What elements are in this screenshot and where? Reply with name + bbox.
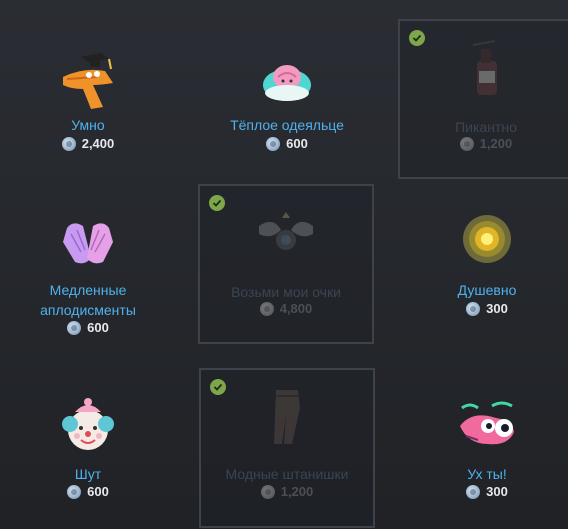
reward-name: Тёплое одеяльце: [230, 117, 344, 133]
reward-price: 600: [0, 484, 176, 499]
reward-item-pikantno[interactable]: Пикантно 1,200: [398, 19, 568, 179]
reward-item-dushevno[interactable]: Душевно 300: [399, 184, 568, 344]
reward-grid: Умно 2,400 Тёплое одеяльце 600 Пикантно …: [0, 0, 568, 529]
reward-price: 1,200: [201, 484, 373, 499]
reward-price: 4,800: [200, 301, 372, 316]
clapping-hands-icon: [63, 223, 113, 264]
reward-item-vozmi-moi-ochki[interactable]: Возьми мои очки 4,800: [198, 184, 374, 344]
points-coin-icon: [459, 136, 474, 151]
blanket-brain-icon: [263, 65, 311, 101]
points-coin-icon: [67, 484, 82, 499]
winged-badge-icon: [259, 212, 313, 250]
reward-price: 600: [0, 320, 176, 335]
owned-check-icon: [409, 30, 425, 46]
reward-price: 300: [399, 484, 568, 499]
reward-name: Умно: [71, 117, 105, 133]
reward-item-modnye-shtanishki[interactable]: Модные штанишки 1,200: [199, 368, 375, 528]
reward-name: Модные штанишки: [225, 466, 349, 482]
reward-price: 2,400: [0, 136, 176, 151]
owned-check-icon: [210, 379, 226, 395]
reward-name: Душевно: [457, 282, 517, 298]
reward-name: Возьми мои очки: [231, 284, 341, 300]
fancy-pants-icon: [274, 390, 300, 444]
reward-name: Шут: [74, 466, 102, 482]
reward-price: 300: [399, 301, 568, 316]
owned-check-icon: [209, 195, 225, 211]
hot-sauce-icon: [472, 40, 497, 95]
points-coin-icon: [259, 301, 274, 316]
reward-item-umno[interactable]: Умно 2,400: [0, 19, 176, 179]
wow-monster-icon: [460, 401, 514, 445]
points-coin-icon: [67, 320, 82, 335]
reward-price: 600: [199, 136, 375, 151]
reward-item-ukh-ty[interactable]: Ух ты! 300: [399, 368, 568, 528]
reward-item-shut[interactable]: Шут 600: [0, 368, 176, 528]
points-coin-icon: [466, 301, 481, 316]
reward-item-medlennye-aplodismenty[interactable]: Медленные аплодисменты 600: [0, 184, 176, 344]
reward-item-teploe-odeyaltse[interactable]: Тёплое одеяльце 600: [199, 19, 375, 179]
golden-orb-icon: [463, 215, 511, 263]
points-coin-icon: [266, 136, 281, 151]
reward-price: 1,200: [400, 136, 568, 151]
reward-name: Ух ты!: [467, 466, 507, 482]
points-coin-icon: [61, 136, 76, 151]
reward-name: Медленные аплодисменты: [40, 282, 136, 318]
dino-graduate-icon: [63, 53, 113, 109]
points-coin-icon: [260, 484, 275, 499]
clown-face-icon: [62, 398, 114, 450]
points-coin-icon: [466, 484, 481, 499]
reward-name: Пикантно: [455, 119, 517, 135]
